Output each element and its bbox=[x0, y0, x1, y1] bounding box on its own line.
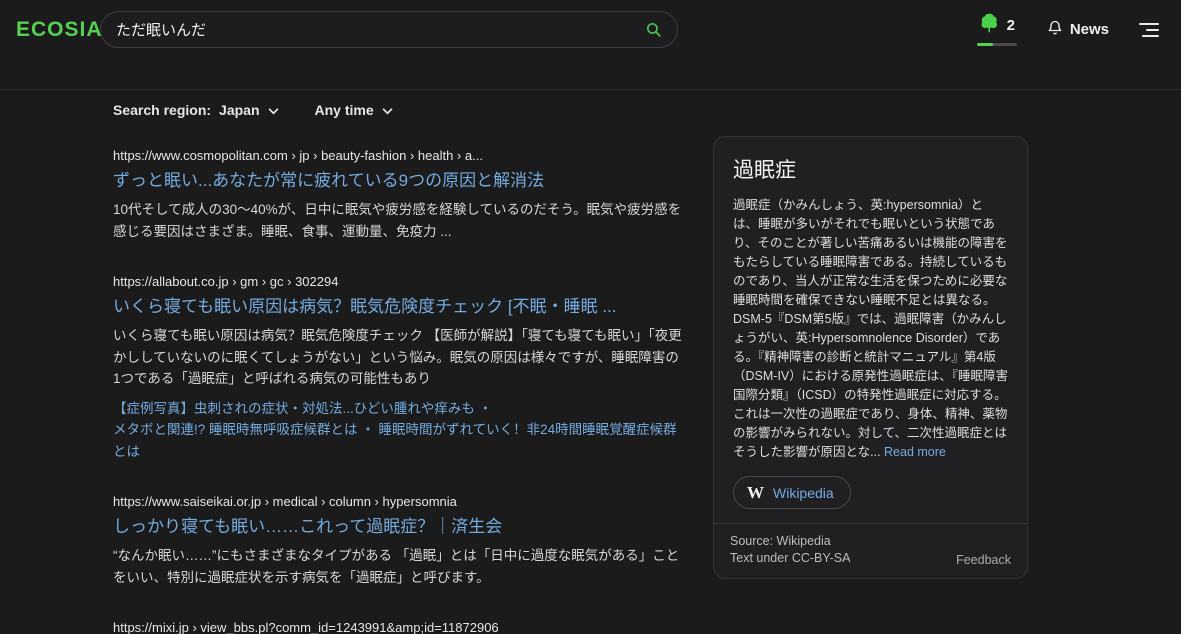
source-attribution: Source: Wikipedia bbox=[730, 533, 850, 550]
tree-progress-bar bbox=[977, 43, 1017, 46]
search-region-label: Search region: bbox=[113, 102, 211, 118]
tree-icon bbox=[979, 13, 998, 38]
search-region-value: Japan bbox=[219, 102, 259, 118]
header: ECOSIA 2 bbox=[0, 0, 1181, 90]
search-result: https://www.cosmopolitan.com › jp › beau… bbox=[113, 146, 685, 242]
result-description: “なんか眠い……”にもさまざまなタイプがある 「過眠」とは「日中に過度な眠気があ… bbox=[113, 545, 685, 588]
search-icon[interactable] bbox=[645, 21, 662, 38]
tree-counter[interactable]: 2 bbox=[977, 13, 1017, 46]
ecosia-search-page: ECOSIA 2 bbox=[0, 0, 1181, 634]
search-region-dropdown[interactable]: Search region: Japan bbox=[113, 102, 279, 118]
result-filters: Search region: Japan Any time bbox=[113, 102, 393, 118]
result-title-link[interactable]: ずっと眠い...あなたが常に疲れている9つの原因と解消法 bbox=[113, 168, 685, 193]
ecosia-logo[interactable]: ECOSIA bbox=[16, 18, 103, 42]
chevron-down-icon bbox=[268, 102, 279, 118]
header-actions: 2 News bbox=[977, 13, 1159, 46]
knowledge-panel: 過眠症 過眠症（かみんしょう、英:hypersomnia）とは、睡眠が多いがそれ… bbox=[713, 136, 1028, 579]
knowledge-panel-footer: Source: Wikipedia Text under CC-BY-SA Fe… bbox=[714, 523, 1027, 578]
result-url[interactable]: https://www.cosmopolitan.com › jp › beau… bbox=[113, 146, 685, 165]
hamburger-menu-icon[interactable] bbox=[1139, 23, 1159, 37]
license-attribution: Text under CC-BY-SA bbox=[730, 550, 850, 567]
result-url[interactable]: https://mixi.jp › view_bbs.pl?comm_id=12… bbox=[113, 618, 685, 634]
news-button[interactable]: News bbox=[1047, 19, 1109, 40]
time-range-value: Any time bbox=[315, 102, 374, 118]
knowledge-panel-text: 過眠症（かみんしょう、英:hypersomnia）とは、睡眠が多いがそれでも眠い… bbox=[733, 196, 1008, 462]
wikipedia-w-icon: W bbox=[747, 484, 764, 501]
chevron-down-icon bbox=[382, 102, 393, 118]
panel-body-text: 過眠症（かみんしょう、英:hypersomnia）とは、睡眠が多いがそれでも眠い… bbox=[733, 198, 1008, 459]
tree-progress-fill bbox=[977, 43, 993, 46]
bell-icon bbox=[1047, 19, 1063, 40]
feedback-link[interactable]: Feedback bbox=[956, 553, 1011, 567]
result-title-link[interactable]: しっかり寝ても眠い……これって過眠症？｜済生会 bbox=[113, 514, 685, 539]
result-url[interactable]: https://allabout.co.jp › gm › gc › 30229… bbox=[113, 272, 685, 291]
search-input[interactable] bbox=[116, 21, 645, 38]
search-result: https://mixi.jp › view_bbs.pl?comm_id=12… bbox=[113, 618, 685, 634]
search-result: https://www.saiseikai.or.jp › medical › … bbox=[113, 492, 685, 588]
result-description: いくら寝ても眠い原因は病気？眠気危険度チェック 【医師が解説】「寝ても寝ても眠い… bbox=[113, 325, 685, 390]
results-list: https://www.cosmopolitan.com › jp › beau… bbox=[113, 146, 685, 634]
sublink[interactable]: 【症例写真】虫刺されの症状・対処法...ひどい腫れや痒みも ・ bbox=[113, 398, 685, 420]
result-sublinks: 【症例写真】虫刺されの症状・対処法...ひどい腫れや痒みも ・ メタボと関連!?… bbox=[113, 398, 685, 463]
tree-count: 2 bbox=[1007, 17, 1015, 34]
search-bar[interactable] bbox=[100, 11, 678, 48]
wikipedia-button[interactable]: W Wikipedia bbox=[733, 476, 851, 509]
search-result: https://allabout.co.jp › gm › gc › 30229… bbox=[113, 272, 685, 462]
result-description: 10代そして成人の30〜40%が、日中に眠気や疲労感を経験しているのだそう。眠気… bbox=[113, 199, 685, 242]
news-label: News bbox=[1070, 21, 1109, 38]
sublink[interactable]: メタボと関連!? 睡眠時無呼吸症候群とは ・ 睡眠時間がずれていく！非24時間睡… bbox=[113, 419, 685, 462]
time-range-dropdown[interactable]: Any time bbox=[315, 102, 393, 118]
knowledge-panel-title: 過眠症 bbox=[733, 154, 1008, 184]
read-more-link[interactable]: Read more bbox=[884, 445, 946, 459]
wikipedia-button-label: Wikipedia bbox=[773, 485, 834, 501]
result-title-link[interactable]: いくら寝ても眠い原因は病気？眠気危険度チェック [不眠・睡眠 ... bbox=[113, 294, 685, 319]
result-url[interactable]: https://www.saiseikai.or.jp › medical › … bbox=[113, 492, 685, 511]
